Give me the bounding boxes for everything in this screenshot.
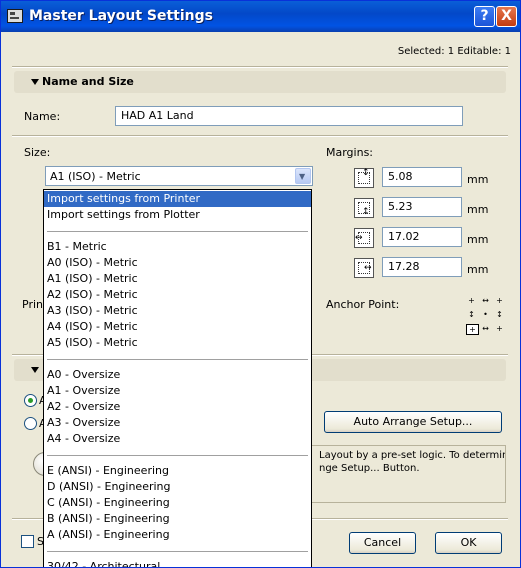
app-icon: [7, 9, 23, 23]
selection-info: Selected: 1 Editable: 1: [397, 46, 511, 57]
bottom-margin-icon: ↕: [354, 198, 374, 218]
collapse-triangle-icon: [31, 367, 39, 373]
anchor-bottom-center-icon[interactable]: ↔: [480, 324, 491, 333]
dropdown-option[interactable]: A (ANSI) - Engineering: [44, 527, 311, 543]
radio-option-1[interactable]: [24, 394, 37, 407]
unit-label: mm: [467, 233, 489, 246]
panel-title: Name and Size: [42, 75, 134, 88]
collapse-triangle-icon: [31, 79, 39, 85]
dropdown-option[interactable]: A1 - Oversize: [44, 383, 311, 399]
footer-checkbox[interactable]: [21, 535, 34, 548]
unit-label: mm: [467, 263, 489, 276]
size-label: Size:: [24, 146, 51, 159]
info-text-line: Layout by a pre-set logic. To determine: [319, 450, 506, 461]
margin-left-input[interactable]: 17.02: [382, 227, 462, 247]
dialog-window: Master Layout Settings ? X Selected: 1 E…: [0, 0, 521, 568]
dropdown-separator: [47, 551, 308, 552]
margin-right-input[interactable]: 17.28: [382, 257, 462, 277]
divider: [12, 135, 508, 137]
dropdown-option[interactable]: B (ANSI) - Engineering: [44, 511, 311, 527]
dropdown-option[interactable]: A0 (ISO) - Metric: [44, 255, 311, 271]
anchor-point-label: Anchor Point:: [326, 298, 400, 311]
unit-label: mm: [467, 203, 489, 216]
dropdown-option[interactable]: A3 (ISO) - Metric: [44, 303, 311, 319]
divider: [12, 66, 508, 68]
size-select-value: A1 (ISO) - Metric: [50, 170, 141, 183]
dropdown-option[interactable]: A0 - Oversize: [44, 367, 311, 383]
size-select[interactable]: A1 (ISO) - Metric ▼: [45, 166, 313, 186]
dropdown-separator: [47, 359, 308, 360]
name-input[interactable]: HAD A1 Land: [115, 106, 463, 126]
size-dropdown-list[interactable]: Import settings from Printer Import setti…: [43, 189, 312, 567]
dropdown-option[interactable]: D (ANSI) - Engineering: [44, 479, 311, 495]
close-button[interactable]: X: [496, 6, 517, 27]
dropdown-option[interactable]: E (ANSI) - Engineering: [44, 463, 311, 479]
help-button[interactable]: ?: [474, 6, 495, 27]
dropdown-option[interactable]: B1 - Metric: [44, 239, 311, 255]
dropdown-option[interactable]: A1 (ISO) - Metric: [44, 271, 311, 287]
panel-header-name-size[interactable]: Name and Size: [14, 71, 506, 93]
dropdown-option[interactable]: Import settings from Plotter: [44, 207, 311, 223]
dropdown-option[interactable]: A4 (ISO) - Metric: [44, 319, 311, 335]
dropdown-option[interactable]: A5 (ISO) - Metric: [44, 335, 311, 351]
right-margin-icon: ↔: [354, 258, 374, 278]
margin-top-input[interactable]: 5.08: [382, 167, 462, 187]
ok-button[interactable]: OK: [435, 532, 502, 554]
margins-label: Margins:: [326, 146, 374, 159]
margin-bottom-input[interactable]: 5.23: [382, 197, 462, 217]
top-margin-icon: ↕: [354, 168, 374, 188]
auto-arrange-setup-button[interactable]: Auto Arrange Setup...: [324, 411, 502, 433]
dropdown-separator: [47, 231, 308, 232]
anchor-top-center-icon[interactable]: ↔: [480, 296, 491, 305]
dropdown-separator: [47, 455, 308, 456]
dropdown-option[interactable]: A3 - Oversize: [44, 415, 311, 431]
radio-option-2[interactable]: [24, 417, 37, 430]
dialog-title: Master Layout Settings: [29, 8, 213, 24]
anchor-center-icon[interactable]: •: [480, 310, 491, 319]
chevron-down-icon[interactable]: ▼: [295, 168, 311, 184]
unit-label: mm: [467, 173, 489, 186]
anchor-top-left-icon[interactable]: +: [466, 296, 477, 305]
info-text-line: nge Setup... Button.: [319, 463, 420, 474]
anchor-bottom-left-icon[interactable]: +: [466, 324, 479, 335]
anchor-bottom-right-icon[interactable]: +: [494, 324, 505, 333]
cancel-button[interactable]: Cancel: [349, 532, 416, 554]
dropdown-option[interactable]: Import settings from Printer: [44, 191, 311, 207]
dropdown-option[interactable]: A4 - Oversize: [44, 431, 311, 447]
anchor-middle-left-icon[interactable]: ↕: [466, 310, 477, 319]
name-label: Name:: [24, 110, 61, 123]
anchor-middle-right-icon[interactable]: ↕: [494, 310, 505, 319]
left-margin-icon: ↔: [354, 228, 374, 248]
dropdown-option[interactable]: C (ANSI) - Engineering: [44, 495, 311, 511]
dropdown-option[interactable]: A2 (ISO) - Metric: [44, 287, 311, 303]
dropdown-option[interactable]: 30/42 - Architectural: [44, 559, 311, 567]
info-text-box: Layout by a pre-set logic. To determine …: [308, 445, 506, 503]
anchor-point-grid[interactable]: + ↔ + ↕ • ↕ + ↔ +: [466, 296, 506, 336]
dropdown-option[interactable]: A2 - Oversize: [44, 399, 311, 415]
anchor-top-right-icon[interactable]: +: [494, 296, 505, 305]
title-bar[interactable]: Master Layout Settings ? X: [1, 1, 520, 32]
